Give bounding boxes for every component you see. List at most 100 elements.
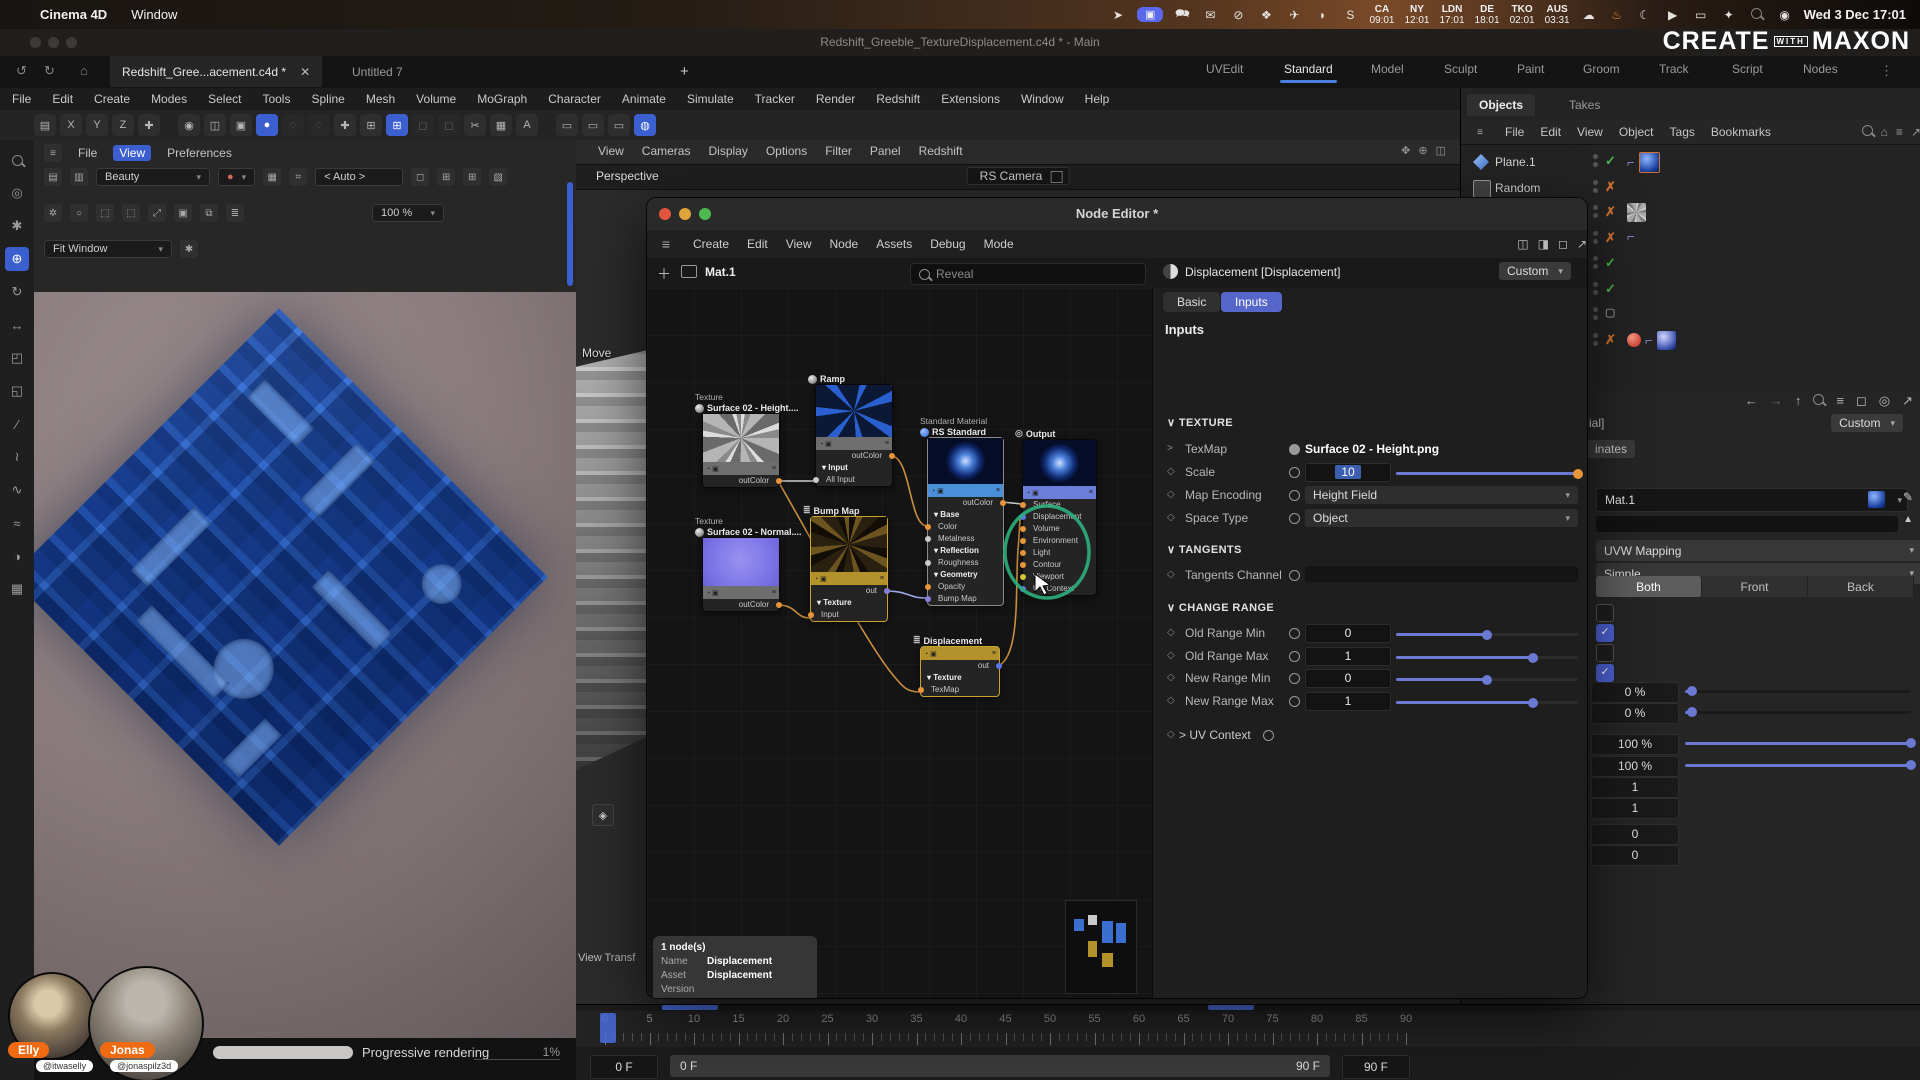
port-icon[interactable] xyxy=(1289,513,1300,524)
port-environment[interactable]: Environment xyxy=(1023,535,1096,547)
node-ramp[interactable]: Ramp◔ ▣≡outColor▾ InputAll Input xyxy=(815,384,893,487)
port-reflection[interactable]: ▾ Reflection xyxy=(928,545,1003,557)
collapsed-bar[interactable] xyxy=(1596,516,1898,532)
param-slider[interactable] xyxy=(1396,701,1578,704)
port-dot[interactable] xyxy=(1000,500,1006,506)
lock-icon[interactable]: ◻ xyxy=(411,168,429,186)
value-field[interactable]: 0 xyxy=(1591,824,1679,845)
port-dot[interactable] xyxy=(925,524,931,530)
port-icon[interactable] xyxy=(1289,490,1300,501)
menu-modes[interactable]: Modes xyxy=(151,92,187,106)
port-metalness[interactable]: Metalness xyxy=(928,533,1003,545)
circle-icon[interactable]: ○ xyxy=(70,204,88,222)
search-icon[interactable] xyxy=(1813,393,1824,409)
timeline-marker-a[interactable] xyxy=(662,1005,718,1010)
port-input[interactable]: Input xyxy=(811,609,887,621)
slider-knob[interactable] xyxy=(1906,738,1916,748)
node-tex1[interactable]: TextureSurface 02 - Height....◔ ▣≡outCol… xyxy=(702,413,780,488)
objects-menu-view[interactable]: View xyxy=(1577,125,1603,139)
search-icon[interactable] xyxy=(1862,125,1873,139)
port-surface[interactable]: Surface xyxy=(1023,499,1096,511)
port-geometry[interactable]: ▾ Geometry xyxy=(928,569,1003,581)
port-dot[interactable] xyxy=(1020,526,1026,532)
wire-bump.out-to-rs.Bump Map[interactable] xyxy=(886,591,927,598)
port-contour[interactable]: Contour xyxy=(1023,559,1096,571)
preview-range-bar[interactable]: 0 F 90 F xyxy=(670,1055,1330,1077)
port-dot[interactable] xyxy=(925,536,931,542)
menu-character[interactable]: Character xyxy=(548,92,601,106)
filter-icon[interactable]: ≡ xyxy=(1836,393,1844,409)
slider-knob[interactable] xyxy=(1906,760,1916,770)
value-field[interactable]: 0 xyxy=(1591,845,1679,866)
value-field[interactable]: 100 % xyxy=(1591,734,1679,755)
menu-edit[interactable]: Edit xyxy=(52,92,73,106)
param-space-type[interactable]: ◇Space TypeObject▾ xyxy=(1153,509,1587,530)
app-menu[interactable]: Cinema 4D xyxy=(40,7,107,22)
port-dot[interactable] xyxy=(1020,562,1026,568)
material-tab[interactable]: Mat.1 xyxy=(705,265,736,279)
s-logo-icon[interactable]: S xyxy=(1341,8,1359,22)
plane-icon[interactable]: ✈ xyxy=(1285,8,1303,22)
group-tangents[interactable]: ∨ TANGENTS xyxy=(1167,543,1242,556)
port-dot[interactable] xyxy=(918,687,924,693)
port-icon[interactable] xyxy=(1289,673,1300,684)
viewport-menu-display[interactable]: Display xyxy=(708,144,747,158)
param-texmap[interactable]: >TexMapSurface 02 - Height.png xyxy=(1153,440,1587,461)
channel-dropdown[interactable]: ●▾ xyxy=(218,168,255,186)
port-icon[interactable] xyxy=(1289,628,1300,639)
grid-icon[interactable]: ▦ xyxy=(263,168,281,186)
segment-both[interactable]: Both xyxy=(1596,576,1702,597)
toolbar-icon-12[interactable]: ✚ xyxy=(334,114,356,136)
region-b-icon[interactable]: ⬚ xyxy=(122,204,140,222)
end-frame-field[interactable]: 90 F xyxy=(1342,1055,1410,1079)
object-row-Plane.1[interactable]: Plane.1✓⌐ xyxy=(1461,150,1920,175)
tool-icon-9[interactable]: ≀ xyxy=(5,445,29,469)
popout-icon[interactable]: ↗ xyxy=(1902,393,1913,409)
objects-menu-object[interactable]: Object xyxy=(1619,125,1654,139)
segment-back[interactable]: Back xyxy=(1808,576,1914,597)
param-dropdown[interactable]: Object▾ xyxy=(1305,509,1578,527)
param-old-range-min[interactable]: ◇Old Range Min0 xyxy=(1153,624,1587,645)
menu-file[interactable]: File xyxy=(12,92,31,106)
toolbar-icon-24[interactable]: ◍ xyxy=(634,114,656,136)
menu-spline[interactable]: Spline xyxy=(311,92,344,106)
node-menu-debug[interactable]: Debug xyxy=(930,237,965,251)
toolbar-icon-15[interactable]: ◻ xyxy=(412,114,434,136)
back-icon[interactable]: ← xyxy=(1745,393,1758,409)
menu-volume[interactable]: Volume xyxy=(416,92,456,106)
badge-icon[interactable]: ❖ xyxy=(1257,8,1275,22)
param-field[interactable]: 1 xyxy=(1305,647,1391,666)
document-tab-0[interactable]: Redshift_Gree...acement.c4d *✕ xyxy=(110,56,322,87)
slider-knob[interactable] xyxy=(1482,675,1492,685)
menu-tools[interactable]: Tools xyxy=(262,92,290,106)
port-dot[interactable] xyxy=(996,663,1002,669)
layout-menu-icon[interactable]: ⋮ xyxy=(1880,63,1893,79)
menu-mesh[interactable]: Mesh xyxy=(366,92,395,106)
camera-name[interactable]: RS Camera xyxy=(967,167,1070,185)
node-menu-mode[interactable]: Mode xyxy=(984,237,1014,251)
port-dot[interactable] xyxy=(925,584,931,590)
object-row-Random[interactable]: Random✗ xyxy=(1461,176,1920,201)
port-dot[interactable] xyxy=(925,560,931,566)
red-material-icon[interactable] xyxy=(1627,333,1641,347)
node-rs[interactable]: Standard MaterialRS Standard◔ ▣≡outColor… xyxy=(927,437,1004,606)
param-field[interactable]: 0 xyxy=(1305,624,1391,643)
image-b-icon[interactable]: ▥ xyxy=(70,168,88,186)
param-old-range-max[interactable]: ◇Old Range Max1 xyxy=(1153,647,1587,668)
mail-icon[interactable]: ✉ xyxy=(1201,8,1219,22)
timeline-marker-b[interactable] xyxy=(1208,1005,1254,1010)
port-dot[interactable] xyxy=(813,477,819,483)
toolbar-icon-13[interactable]: ⊞ xyxy=(360,114,382,136)
up-icon[interactable]: ↑ xyxy=(1795,393,1802,409)
menu-create[interactable]: Create xyxy=(94,92,130,106)
value-field[interactable]: 1 xyxy=(1591,798,1679,819)
port-bump-map[interactable]: Bump Map xyxy=(928,593,1003,605)
enable-toggle[interactable]: ✗ xyxy=(1605,179,1616,195)
menu-select[interactable]: Select xyxy=(208,92,241,106)
tool-icon-13[interactable]: ▦ xyxy=(5,577,29,601)
layout-tab-script[interactable]: Script xyxy=(1732,62,1763,76)
spline-tag-icon[interactable]: ⌐ xyxy=(1627,229,1635,244)
eyedropper-icon[interactable]: ✎ xyxy=(1903,490,1913,504)
layout-tab-groom[interactable]: Groom xyxy=(1583,62,1620,76)
slider-knob[interactable] xyxy=(1687,707,1697,717)
